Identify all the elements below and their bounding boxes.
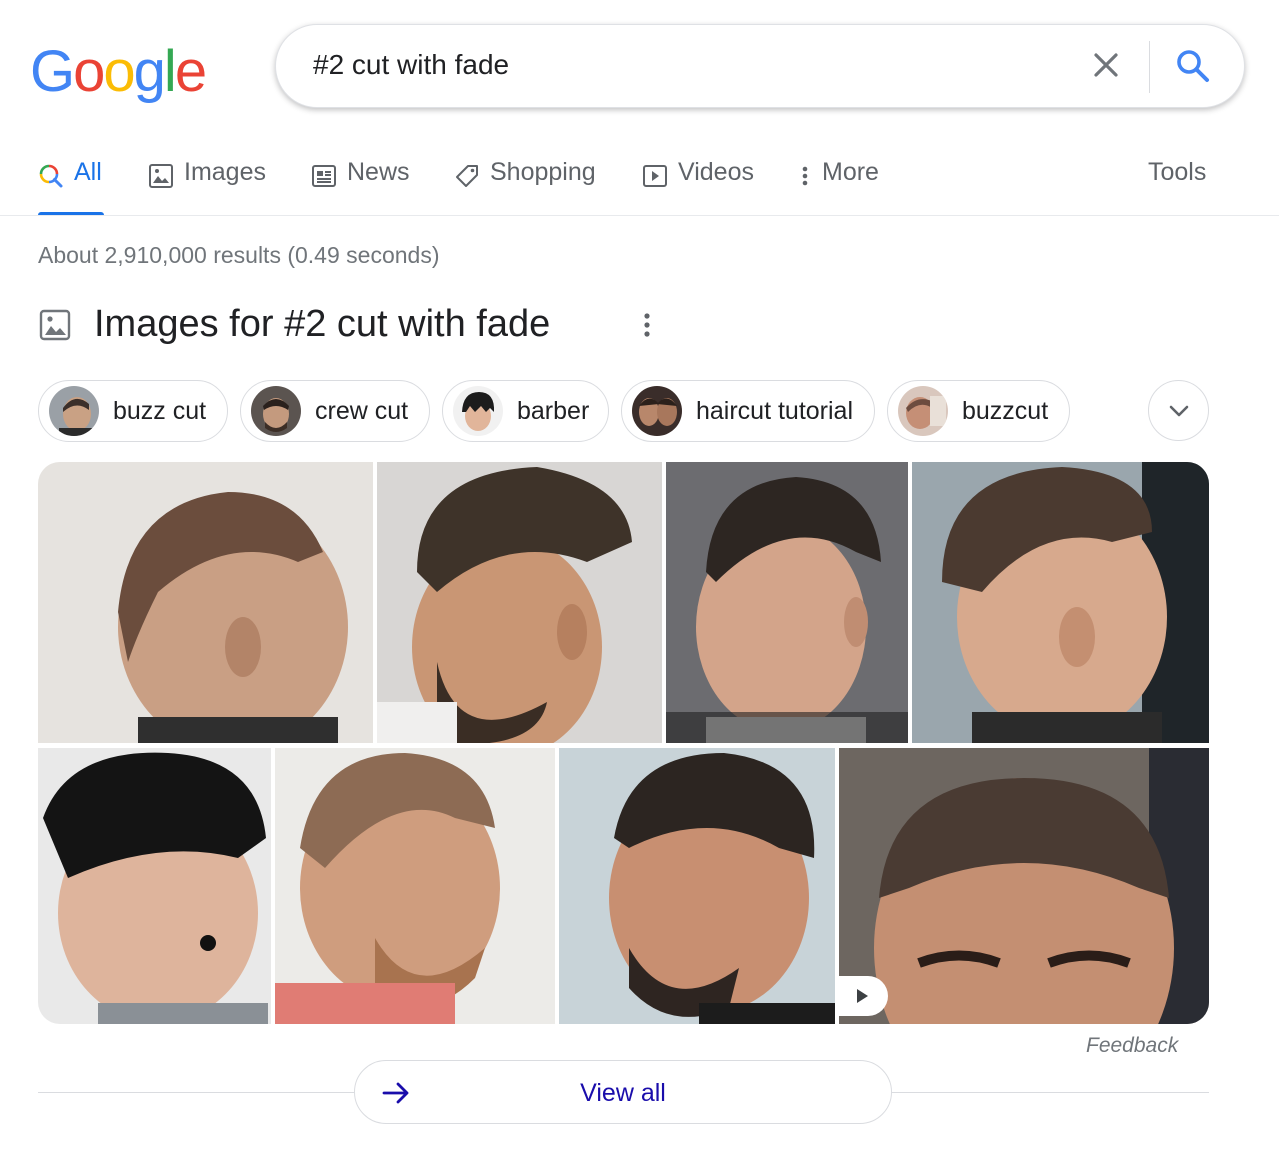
image-result[interactable] xyxy=(377,462,662,743)
search-icon xyxy=(39,164,63,188)
chip-haircut-tutorial[interactable]: haircut tutorial xyxy=(621,380,875,442)
logo-letter: G xyxy=(30,39,75,104)
expand-chips-button[interactable] xyxy=(1148,380,1209,441)
tab-videos[interactable]: Videos xyxy=(642,158,754,216)
play-icon xyxy=(857,989,868,1003)
chip-label: buzzcut xyxy=(962,396,1049,425)
logo-letter: o xyxy=(103,39,135,104)
news-icon xyxy=(312,165,336,187)
image-grid xyxy=(38,462,1209,1024)
logo-letter: o xyxy=(73,39,105,104)
tabs-divider xyxy=(0,215,1279,216)
kebab-icon xyxy=(802,166,808,186)
images-section-header: Images for #2 cut with fade xyxy=(38,303,550,346)
image-result[interactable] xyxy=(912,462,1209,743)
image-icon xyxy=(39,309,71,340)
image-result[interactable] xyxy=(38,462,373,743)
tab-label: News xyxy=(347,158,410,186)
chip-thumbnail xyxy=(49,386,99,436)
image-result[interactable] xyxy=(666,462,908,743)
chip-thumbnail xyxy=(251,386,301,436)
tab-label: Videos xyxy=(678,158,754,186)
image-icon xyxy=(149,164,173,188)
chip-label: crew cut xyxy=(315,396,409,425)
image-result[interactable] xyxy=(559,748,835,1024)
tab-all[interactable]: All xyxy=(38,158,104,216)
tag-icon xyxy=(456,165,478,187)
image-result[interactable] xyxy=(275,748,555,1024)
video-play-button[interactable] xyxy=(836,976,888,1016)
feedback-link[interactable]: Feedback xyxy=(1086,1034,1178,1058)
tab-label: Tools xyxy=(1148,158,1207,186)
chip-buzz-cut[interactable]: buzz cut xyxy=(38,380,228,442)
search-input[interactable]: #2 cut with fade xyxy=(313,49,509,81)
more-options-icon[interactable] xyxy=(632,310,662,340)
chip-label: buzz cut xyxy=(113,396,207,425)
tab-tools[interactable]: Tools xyxy=(1148,158,1206,216)
chip-crew-cut[interactable]: crew cut xyxy=(240,380,430,442)
search-divider xyxy=(1149,41,1150,93)
chip-thumbnail xyxy=(898,386,948,436)
tab-more[interactable]: More xyxy=(798,158,879,216)
search-tabs: All Images News Shopping Videos More Too… xyxy=(38,158,1218,216)
play-icon xyxy=(643,165,667,187)
search-icon[interactable] xyxy=(1174,47,1212,85)
chip-thumbnail xyxy=(632,386,682,436)
results-stats: About 2,910,000 results (0.49 seconds) xyxy=(38,242,440,268)
tab-news[interactable]: News xyxy=(311,158,410,216)
images-section-title: Images for #2 cut with fade xyxy=(94,303,551,345)
tab-label: All xyxy=(74,158,102,186)
close-icon[interactable] xyxy=(1088,47,1124,83)
chip-barber[interactable]: barber xyxy=(442,380,609,442)
view-all-label: View all xyxy=(580,1079,666,1107)
tab-label: Shopping xyxy=(490,158,596,186)
chip-label: barber xyxy=(517,396,590,425)
chevron-down-icon xyxy=(1169,405,1188,416)
view-all-button[interactable]: View all xyxy=(354,1060,892,1124)
tab-label: More xyxy=(822,158,879,186)
chip-buzzcut[interactable]: buzzcut xyxy=(887,380,1070,442)
image-result[interactable] xyxy=(839,748,1209,1024)
tab-label: Images xyxy=(184,158,266,186)
logo-letter: l xyxy=(163,39,177,104)
search-box[interactable]: #2 cut with fade xyxy=(275,24,1245,108)
chip-thumbnail xyxy=(453,386,503,436)
chip-label: haircut tutorial xyxy=(696,396,854,425)
tab-images[interactable]: Images xyxy=(148,158,266,216)
image-result[interactable] xyxy=(38,748,271,1024)
logo-letter: g xyxy=(133,39,166,104)
logo-letter: e xyxy=(174,39,207,104)
google-logo[interactable]: Google xyxy=(30,38,207,105)
tab-shopping[interactable]: Shopping xyxy=(454,158,596,216)
